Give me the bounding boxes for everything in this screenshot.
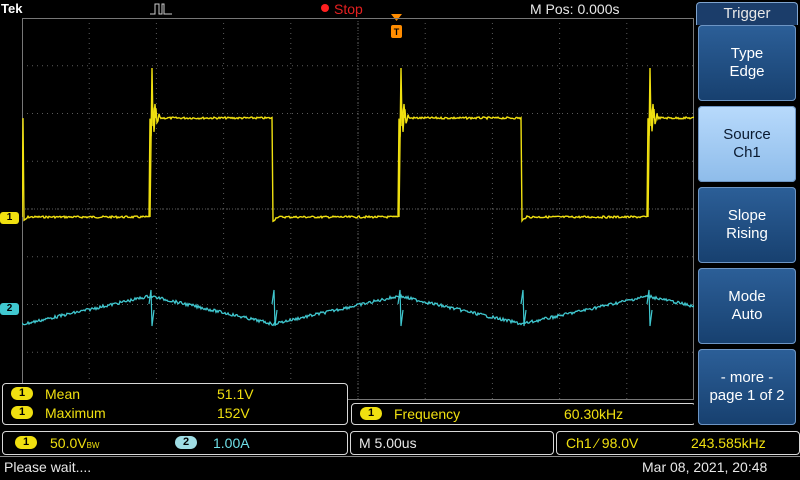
trigger-readout[interactable]: Ch1 ⁄ 98.0V 243.585kHz (556, 431, 800, 455)
top-status-bar: Tek Stop M Pos: 0.000s (0, 0, 694, 18)
ch1-ground-marker[interactable]: 1 (0, 212, 19, 224)
vertical-scale-bar[interactable]: 1 50.0VBW 2 1.00A (2, 431, 348, 455)
ch2-scale: 1.00A (213, 435, 250, 451)
ch1-edge-spike (647, 67, 655, 218)
frequency-label: Frequency (394, 406, 461, 422)
frequency-channel-badge: 1 (360, 407, 382, 420)
waveform-graticule[interactable] (22, 18, 694, 400)
frequency-readout-panel: 1 Frequency 60.30kHz (351, 403, 696, 425)
ch1-edge-spike (398, 67, 406, 218)
menu-button-value: Edge (729, 63, 765, 80)
menu-button-label: Source (723, 126, 771, 143)
date-time: Mar 08, 2021, 20:48 (642, 459, 768, 475)
measurement-value: 152V (217, 405, 250, 421)
menu-button-more[interactable]: - more - page 1 of 2 (698, 349, 796, 425)
ch2-ground-marker[interactable]: 2 (0, 303, 19, 315)
menu-button-label: Slope (727, 207, 767, 224)
measurement-channel-badge: 1 (11, 406, 33, 419)
menu-button-source[interactable]: Source Ch1 (698, 106, 796, 182)
menu-button-value: Rising (726, 225, 768, 242)
horizontal-position: M Pos: 0.000s (530, 1, 620, 17)
menu-button-type[interactable]: Type Edge (698, 25, 796, 101)
acquisition-pulse-icon (150, 3, 172, 15)
menu-title: Trigger (696, 2, 798, 25)
menu-button-label: - more - (720, 369, 774, 386)
menu-button-label: Type (730, 45, 764, 62)
graticule-grid (22, 18, 694, 400)
status-message: Please wait.... (4, 459, 92, 475)
brand-logo: Tek (1, 1, 23, 16)
menu-button-label: Mode (728, 288, 766, 305)
menu-button-value: Ch1 (733, 144, 761, 161)
measurement-panel: 1 Mean 51.1V 1 Maximum 152V (2, 383, 348, 425)
menu-button-value: page 1 of 2 (709, 387, 785, 404)
ch1-scale: 50.0VBW (50, 435, 100, 451)
menu-button-slope[interactable]: Slope Rising (698, 187, 796, 263)
run-stop-dot-icon (321, 4, 329, 12)
menu-button-mode[interactable]: Mode Auto (698, 268, 796, 344)
measurement-name: Maximum (45, 405, 106, 421)
measurement-name: Mean (45, 386, 81, 402)
ch2-waveform (22, 293, 694, 327)
ch1-edge-spike (149, 67, 157, 218)
ch2-scale-badge[interactable]: 2 (175, 436, 197, 449)
ch2-switching-spike (397, 289, 404, 327)
ch2-switching-spike (148, 289, 155, 327)
trigger-menu: Trigger Type Edge Source Ch1 Slope Risin… (694, 0, 800, 430)
status-line: Please wait.... Mar 08, 2021, 20:48 (0, 456, 800, 479)
measurement-value: 51.1V (217, 386, 254, 402)
trigger-frequency: 243.585kHz (691, 435, 766, 451)
measurement-channel-badge: 1 (11, 387, 33, 400)
ch1-scale-badge[interactable]: 1 (15, 436, 37, 449)
ch2-switching-spike (271, 289, 278, 327)
timebase-readout[interactable]: M 5.00us (350, 431, 554, 455)
ch2-switching-spike (520, 289, 527, 327)
frequency-value: 60.30kHz (564, 406, 624, 422)
menu-button-value: Auto (731, 306, 763, 323)
timebase-value: M 5.00us (359, 435, 417, 451)
run-state: Stop (334, 1, 363, 17)
trigger-level: Ch1 ⁄ 98.0V (566, 435, 639, 451)
